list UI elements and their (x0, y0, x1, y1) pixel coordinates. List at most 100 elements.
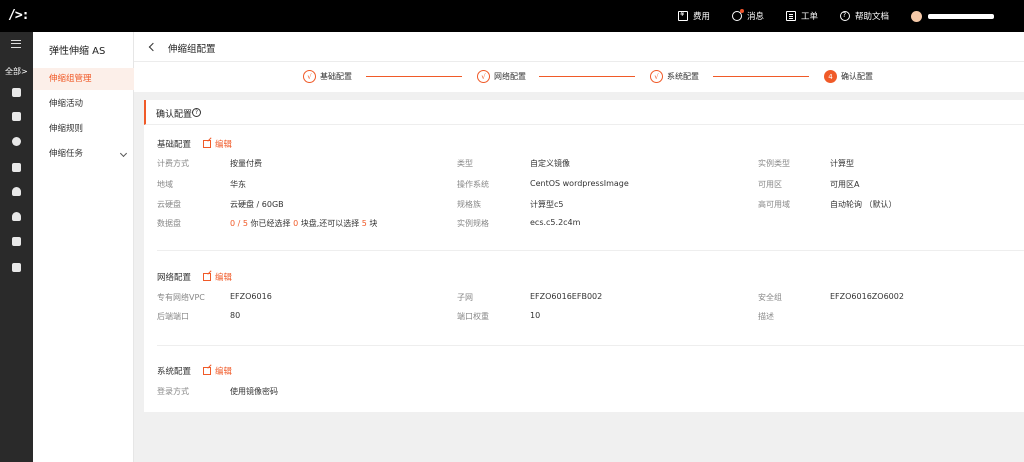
edit-label: 编辑 (215, 367, 233, 377)
wizard-steps: √ 基础配置 √ 网络配置 √ 系统配置 4 确认配置 (134, 62, 1024, 92)
help-docs-label: 帮助文档 (854, 12, 889, 22)
step-confirm[interactable]: 4 确认配置 (824, 70, 873, 83)
sidebar-item-scaling-rule[interactable]: 伸缩规则 (33, 118, 134, 140)
check-icon: √ (303, 70, 316, 83)
basic-config-title: 基础配置 (157, 140, 192, 150)
page-title: 伸缩组配置 (168, 44, 216, 55)
step-network[interactable]: √ 网络配置 (477, 70, 526, 83)
data-disk-text: 块盘,还可以选择 (298, 219, 362, 228)
port-weight-label: 端口权重 (457, 312, 489, 321)
spec-family-value: 计算型c5 (530, 200, 564, 209)
question-icon[interactable]: ? (192, 108, 201, 117)
step-system[interactable]: √ 系统配置 (650, 70, 699, 83)
instance-type-label: 实例类型 (758, 159, 790, 168)
storage-icon[interactable] (12, 163, 21, 172)
logo[interactable]: />: (8, 8, 30, 23)
login-method-value: 使用镜像密码 (230, 387, 278, 396)
fee-label: 费用 (692, 12, 710, 22)
spec-family-label: 规格族 (457, 200, 481, 209)
help-docs-link[interactable]: 帮助文档 (839, 10, 889, 22)
card-title: 确认配置 (156, 110, 193, 120)
step-label: 系统配置 (667, 72, 699, 81)
type-value: 自定义镜像 (530, 159, 570, 168)
ticket-icon (785, 11, 796, 21)
sidebar-item-label: 伸缩活动 (49, 99, 84, 109)
instance-spec-value: ecs.c5.2c4m (530, 218, 581, 227)
region-label: 地域 (157, 180, 173, 189)
check-icon: √ (477, 70, 490, 83)
data-disk-sep: / (235, 219, 243, 228)
subnet-label: 子网 (457, 293, 473, 302)
cloud-server-icon[interactable] (12, 88, 21, 97)
menu-icon[interactable] (11, 40, 21, 48)
network-config-title: 网络配置 (157, 273, 192, 283)
card-header: 确认配置 ? (144, 100, 1024, 125)
system-config-title: 系统配置 (157, 367, 192, 377)
unread-dot (739, 9, 744, 13)
service-sidebar: 弹性伸缩 AS 伸缩组管理 伸缩活动 伸缩规则 伸缩任务 (33, 32, 134, 462)
data-disk-value: 0 / 5 你已经选择 0 块盘,还可以选择 5 块 (230, 218, 377, 229)
sidebar-item-label: 伸缩规则 (49, 124, 84, 134)
message-link[interactable]: 消息 (731, 9, 764, 22)
step-basic[interactable]: √ 基础配置 (303, 70, 352, 83)
billing-label: 计费方式 (157, 159, 189, 168)
cloud-icon[interactable] (12, 212, 21, 221)
vpc-label: 专有网络VPC (157, 293, 205, 302)
step-connector (539, 76, 635, 77)
fee-icon (677, 10, 688, 21)
edit-basic-button[interactable]: 编辑 (203, 138, 232, 150)
billing-value: 按量付费 (230, 159, 262, 168)
step-label: 确认配置 (841, 72, 873, 81)
fee-link[interactable]: 费用 (677, 10, 710, 22)
edit-icon (203, 367, 211, 375)
edit-network-button[interactable]: 编辑 (203, 271, 232, 283)
data-disk-text: 块 (366, 219, 378, 228)
sidebar-item-scaling-activity[interactable]: 伸缩活动 (33, 93, 134, 115)
back-arrow-icon[interactable] (148, 42, 158, 52)
step-connector (366, 76, 462, 77)
sidebar-item-scaling-task[interactable]: 伸缩任务 (33, 143, 134, 165)
zone-value: 可用区A (830, 180, 860, 189)
user-menu[interactable] (911, 10, 1002, 22)
subnet-value: EFZO6016EFB002 (530, 292, 603, 301)
sidebar-item-label: 伸缩任务 (49, 149, 84, 159)
help-icon (839, 11, 850, 21)
ticket-link[interactable]: 工单 (785, 10, 818, 22)
message-label: 消息 (746, 12, 764, 22)
step-label: 基础配置 (320, 72, 352, 81)
database-stack-icon[interactable] (12, 263, 21, 272)
step-number-badge: 4 (824, 70, 837, 83)
check-icon: √ (650, 70, 663, 83)
chevron-down-icon (119, 149, 128, 158)
edit-icon (203, 273, 211, 281)
database-icon[interactable] (12, 112, 21, 121)
edit-icon (203, 140, 211, 148)
port-weight-value: 10 (530, 311, 541, 320)
user-name-redacted (928, 13, 994, 19)
backend-port-label: 后端端口 (157, 312, 189, 321)
security-icon[interactable] (12, 237, 21, 246)
product-rail: 全部> (0, 32, 33, 462)
ha-domain-value: 自动轮询 （默认） (830, 200, 897, 209)
data-disk-text: 你已经选择 (247, 219, 294, 228)
security-group-value: EFZO6016ZO6002 (830, 292, 904, 301)
ticket-label: 工单 (800, 12, 818, 22)
vpc-value: EFZO6016 (230, 292, 272, 301)
type-label: 类型 (457, 159, 473, 168)
section-divider (157, 250, 1024, 251)
edit-label: 编辑 (215, 273, 233, 283)
instance-type-value: 计算型 (830, 159, 854, 168)
page-header: 伸缩组配置 (134, 32, 1024, 62)
cloud-upload-icon[interactable] (12, 187, 21, 196)
instance-spec-label: 实例规格 (457, 219, 489, 228)
os-value: CentOS wordpressImage (530, 179, 629, 188)
disk-value: 云硬盘 / 60GB (230, 200, 284, 209)
network-icon[interactable] (12, 137, 21, 146)
section-divider (157, 345, 1024, 346)
data-disk-label: 数据盘 (157, 219, 181, 228)
backend-port-value: 80 (230, 311, 241, 320)
edit-label: 编辑 (215, 140, 233, 150)
all-products-link[interactable]: 全部> (5, 66, 28, 77)
sidebar-item-scaling-group[interactable]: 伸缩组管理 (33, 68, 134, 90)
edit-system-button[interactable]: 编辑 (203, 365, 232, 377)
